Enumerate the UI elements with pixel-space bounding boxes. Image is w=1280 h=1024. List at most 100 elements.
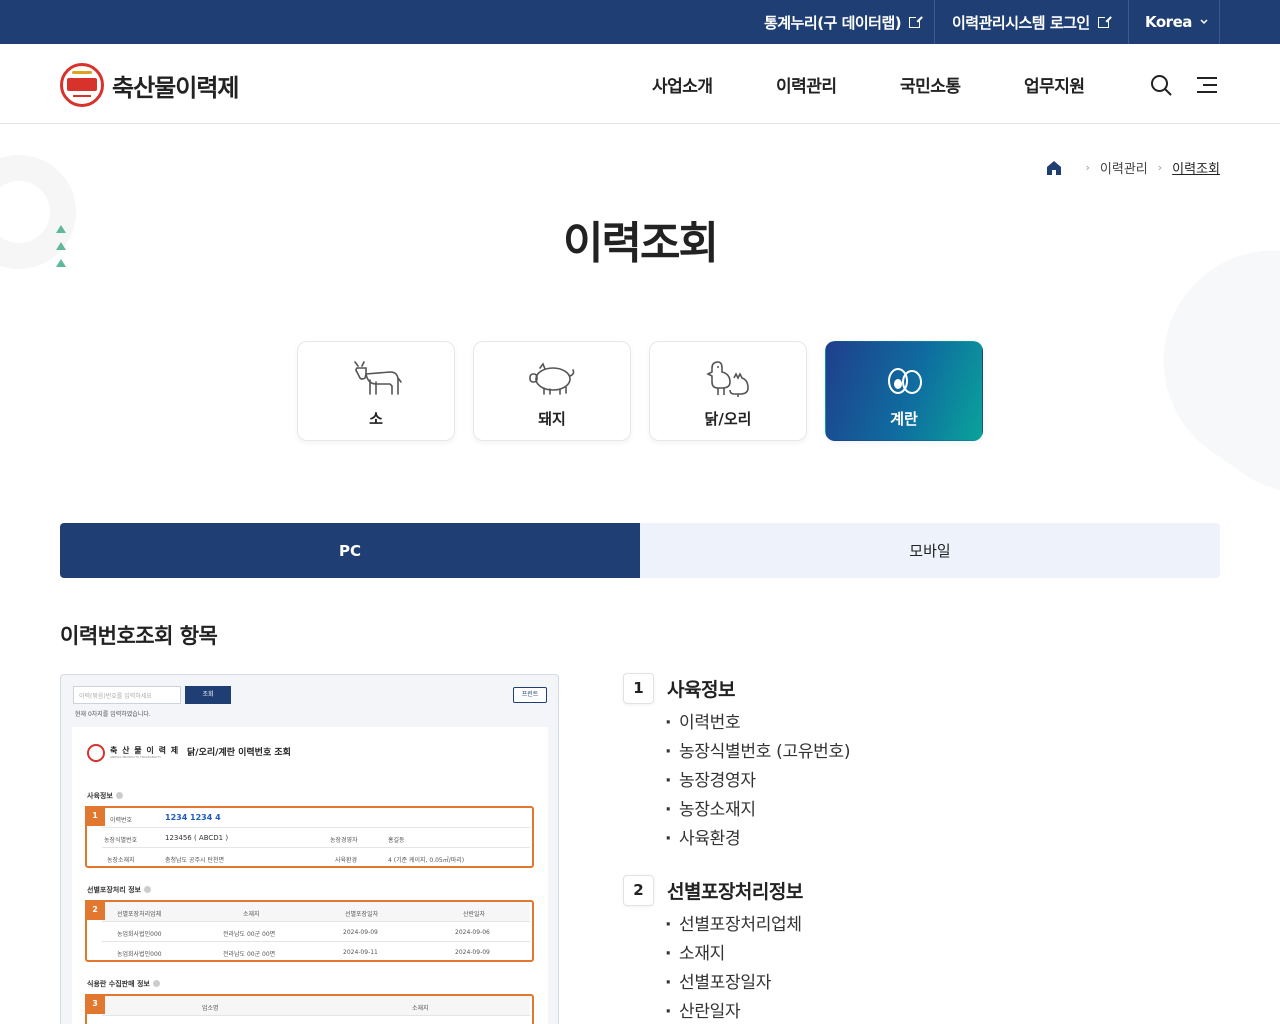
preview-cell: 2024-09-06 [455,929,490,936]
statistics-link[interactable]: 통계누리(구 데이터랩) [764,0,923,44]
category-label: 계란 [890,410,918,428]
hamburger-menu-icon[interactable] [1197,76,1217,94]
info-list: 선별포장처리업체 소재지 선별포장일자 산란일자 [665,911,802,1024]
category-pig[interactable]: 돼지 [473,341,631,441]
egg-icon [888,368,922,394]
preview-cell: 2024-09-11 [343,949,378,956]
preview-cell: 농업회사법인000 [117,951,162,958]
preview-cell-label: 농장경영자 [330,837,358,844]
preview-section-number: 2 [85,900,105,920]
preview-header-cell: 소재지 [412,1005,429,1012]
info-item: 선별포장일자 [665,969,802,998]
preview-section-title: 선별포장처리 정보 [87,885,151,895]
search-icon[interactable] [1150,74,1172,96]
info-item: 농장소재지 [665,796,850,825]
divider [1128,0,1129,44]
preview-section-number: 3 [85,994,105,1014]
preview-cell: 2024-09-09 [343,929,378,936]
preview-cell: 전라남도 00군 00면 [223,931,276,938]
preview-row: 농업회사법인000 전라남도 00군 00면 2024-09-11 2024-0… [102,942,530,962]
preview-brand-sub: ANIMAL PRODUCTS TRACEABILITY [110,755,161,759]
info-number: 1 [623,673,654,704]
preview-cell-value: 충청남도 공주시 탄천면 [165,857,225,864]
preview-cell-value: 홍길동 [388,837,405,844]
chevron-down-icon [1200,19,1208,25]
category-label: 돼지 [538,410,566,428]
nav-history-management[interactable]: 이력관리 [776,72,837,97]
logo-arc [72,71,92,74]
category-chicken-duck[interactable]: 닭/오리 [649,341,807,441]
preview-section-title: 사육정보 [87,791,123,801]
info-number: 2 [623,875,654,906]
preview-header-cell: 업소명 [202,1005,219,1012]
cow-icon [354,361,402,395]
preview-header-cell: 선별포장일자 [345,911,379,918]
site-header: 축산물이력제 사업소개 이력관리 국민소통 업무지원 [0,44,1280,124]
preview-section-number: 1 [85,806,105,826]
breadcrumb-item[interactable]: 이력관리 [1100,158,1148,177]
category-egg[interactable]: 계란 [825,341,983,441]
info-title: 선별포장처리정보 [667,881,803,903]
logo[interactable] [60,63,104,107]
brand-name[interactable]: 축산물이력제 [112,68,239,103]
home-icon[interactable] [1046,160,1062,176]
preview-cell-value: 1234 1234 4 [165,813,221,822]
external-link-icon [1097,14,1111,28]
preview-section-box: 업소명 소재지 [85,994,534,1024]
preview-section-title: 식용란 수집판매 정보 [87,979,160,989]
breadcrumb: › 이력관리 › 이력조회 [1046,158,1220,177]
system-login-label: 이력관리시스템 로그인 [952,13,1090,32]
nav-public-communication[interactable]: 국민소통 [900,72,961,97]
nav-business-intro[interactable]: 사업소개 [652,72,713,97]
preview-row: 농장소재지 충청남도 공주시 탄천면 사육환경 4 (기준 케이지, 0.05㎡… [102,848,530,868]
info-item: 소재지 [665,940,802,969]
preview-document: 축 산 물 이 력 제 ANIMAL PRODUCTS TRACEABILITY… [72,727,548,1024]
utility-bar: 통계누리(구 데이터랩) 이력관리시스템 로그인 Korea [0,0,1280,44]
preview-cell-label: 농장식별번호 [104,837,138,844]
preview-table-header: 업소명 소재지 [102,996,530,1016]
tab-mobile[interactable]: 모바일 [640,523,1220,578]
preview-cell-label: 농장소재지 [107,857,135,864]
chicken-duck-icon [706,361,749,397]
breadcrumb-current[interactable]: 이력조회 [1172,158,1220,177]
logo-line [73,95,91,97]
breadcrumb-separator: › [1085,161,1090,174]
divider [1219,0,1220,44]
preview-search-input: 이력(묶음)번호를 입력하세요 [73,686,181,704]
preview-cell-label: 이력번호 [110,817,133,824]
preview-note: 현재 0차지를 입력하였습니다. [75,711,151,718]
external-link-icon [909,14,923,28]
preview-search-button: 조회 [185,686,231,704]
preview-table-header: 선별포장처리업체 소재지 선별포장일자 산란일자 [102,902,530,922]
preview-row: 농업회사법인000 전라남도 00군 00면 2024-09-09 2024-0… [102,922,530,942]
nav-work-support[interactable]: 업무지원 [1024,72,1085,97]
statistics-link-label: 통계누리(구 데이터랩) [764,13,902,32]
preview-logo [87,744,105,762]
info-item: 산란일자 [665,998,802,1024]
language-selector[interactable]: Korea [1145,0,1209,44]
pig-icon [529,362,575,395]
preview-cell-value: 123456 ( ABCD1 ) [165,834,229,842]
preview-cell: 농업회사법인000 [117,931,162,938]
logo-band [67,78,97,91]
info-item: 농장경영자 [665,767,850,796]
tab-pc[interactable]: PC [60,523,640,578]
preview-header-cell: 산란일자 [463,911,486,918]
info-list: 이력번호 농장식별번호 (고유번호) 농장경영자 농장소재지 사육환경 [665,709,850,854]
preview-section-box: 선별포장처리업체 소재지 선별포장일자 산란일자 농업회사법인000 전라남도 … [85,900,534,962]
info-title: 사육정보 [667,679,735,701]
info-item: 농장식별번호 (고유번호) [665,738,850,767]
category-label: 닭/오리 [704,410,752,428]
preview-row: 농장식별번호 123456 ( ABCD1 ) 농장경영자 홍길동 [102,828,530,848]
preview-cell-label: 사육환경 [335,857,358,864]
preview-section-box: 이력번호 1234 1234 4 농장식별번호 123456 ( ABCD1 )… [85,806,534,868]
page-title: 이력조회 [563,218,719,269]
category-cow[interactable]: 소 [297,341,455,441]
system-login-link[interactable]: 이력관리시스템 로그인 [952,0,1111,44]
preview-doc-title: 닭/오리/계란 이력번호 조회 [187,748,291,758]
breadcrumb-separator: › [1157,161,1163,174]
preview-header-cell: 소재지 [243,911,260,918]
section-title: 이력번호조회 항목 [60,624,218,648]
info-item: 사육환경 [665,825,850,854]
preview-cell: 2024-09-09 [455,949,490,956]
